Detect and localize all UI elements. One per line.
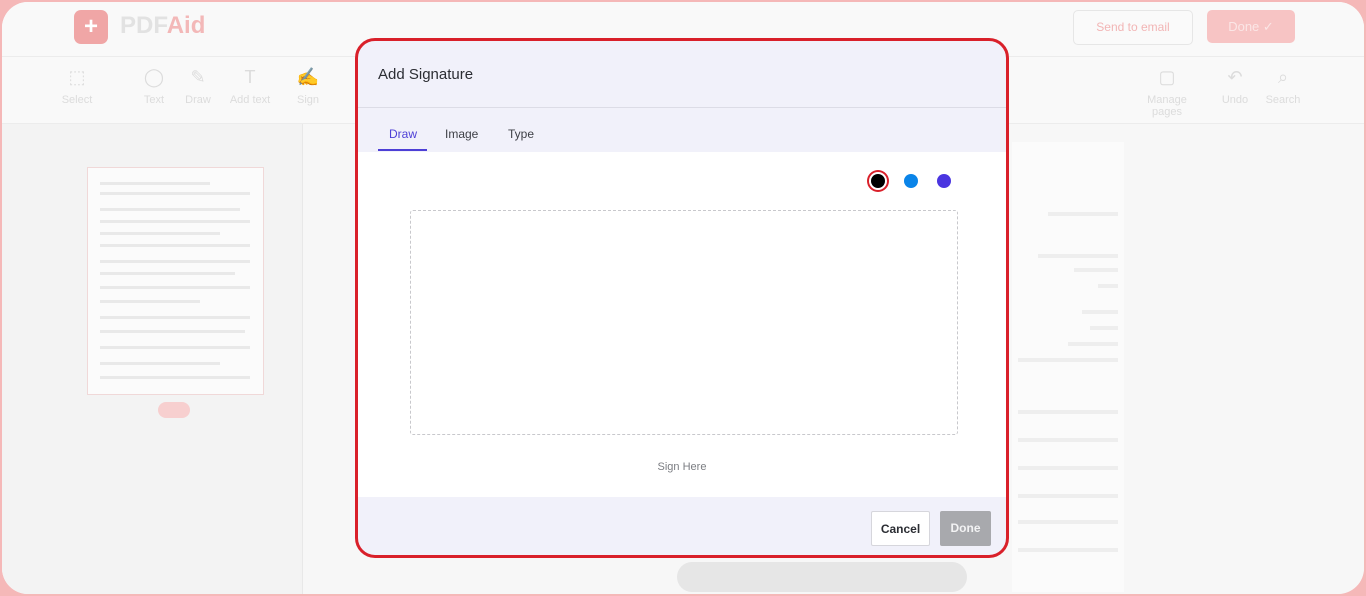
- cancel-button[interactable]: Cancel: [871, 511, 930, 546]
- tool-add-text[interactable]: T Add text: [220, 67, 280, 106]
- tab-draw[interactable]: Draw: [389, 127, 417, 141]
- tool-select[interactable]: ⬚ Select: [47, 67, 107, 106]
- tool-sign[interactable]: ✍ Sign: [278, 67, 338, 106]
- color-swatch-black[interactable]: [871, 174, 885, 188]
- done-button[interactable]: Done: [940, 511, 991, 546]
- send-email-button[interactable]: Send to email: [1073, 10, 1193, 45]
- add-signature-dialog: Add Signature Draw Image Type Sign Here …: [355, 38, 1009, 558]
- search-icon: ⌕: [1277, 67, 1289, 87]
- page-controls-bar: [677, 562, 967, 592]
- tab-type[interactable]: Type: [508, 127, 534, 141]
- tool-draw[interactable]: ✎ Draw: [168, 67, 228, 106]
- add-text-icon: T: [244, 67, 256, 87]
- cursor-icon: ⬚: [68, 67, 86, 87]
- color-swatch-indigo[interactable]: [937, 174, 951, 188]
- sign-here-hint: Sign Here: [657, 461, 707, 473]
- signature-canvas[interactable]: [410, 210, 958, 435]
- page-number-badge: [158, 402, 190, 418]
- pen-icon: ✎: [190, 67, 206, 87]
- tool-search[interactable]: ⌕ Search: [1253, 67, 1313, 106]
- dialog-footer: Cancel Done: [358, 497, 1006, 555]
- document-page: [1012, 142, 1124, 592]
- pages-icon: ▢: [1158, 67, 1176, 87]
- tool-manage-pages[interactable]: ▢ Manage pages: [1137, 67, 1197, 118]
- logo-text: PDFAid: [120, 12, 206, 39]
- dialog-header: Add Signature: [358, 41, 1006, 108]
- draw-panel: Sign Here: [358, 152, 1006, 497]
- active-tab-indicator: [378, 149, 427, 151]
- signature-tabs: Draw Image Type: [358, 108, 1006, 152]
- dialog-title: Add Signature: [378, 66, 474, 83]
- logo-icon: +: [74, 10, 108, 44]
- color-swatch-blue[interactable]: [904, 174, 918, 188]
- signature-icon: ✍: [296, 67, 320, 87]
- top-done-button[interactable]: Done ✓: [1207, 10, 1295, 43]
- page-thumbnail[interactable]: [87, 167, 264, 395]
- tab-image[interactable]: Image: [445, 127, 478, 141]
